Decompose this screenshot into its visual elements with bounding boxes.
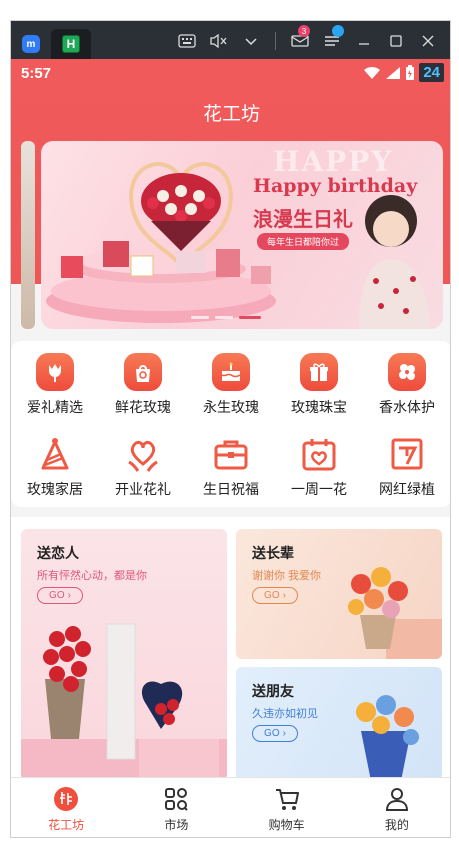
toolbar-divider xyxy=(275,32,276,50)
category-label: 香水体护 xyxy=(379,399,435,415)
promo-title: 送恋人 xyxy=(37,545,79,561)
cart-icon xyxy=(275,789,299,810)
banner-prev-peek[interactable] xyxy=(21,141,35,329)
heart-hands-icon xyxy=(124,435,162,473)
tulip-icon xyxy=(36,353,74,391)
menu-icon[interactable] xyxy=(316,25,348,53)
category-item[interactable]: 鲜花玫瑰 xyxy=(99,353,187,417)
user-icon xyxy=(385,788,408,811)
carousel-dot-active[interactable] xyxy=(239,316,261,319)
category-label: 永生玫瑰 xyxy=(203,399,259,415)
nav-item-me[interactable]: 我的 xyxy=(342,778,450,837)
promo-card-elder[interactable]: 送长辈 谢谢你 我爱你 GO › xyxy=(236,529,442,659)
market-grid-icon xyxy=(165,788,189,811)
carousel-dot[interactable] xyxy=(215,316,233,319)
promo-card-lover[interactable]: 送恋人 所有怦然心动，都是你 GO › xyxy=(21,529,227,781)
chevron-right-icon: › xyxy=(67,590,71,601)
bottom-nav: 花工坊 市场 购物车 我的 xyxy=(11,777,450,837)
nav-item-market[interactable]: 市场 xyxy=(121,778,231,837)
banner-title-cn: 浪漫生日礼 xyxy=(253,209,353,231)
banner-title-en: Happy birthday xyxy=(253,175,418,197)
banner-illustration xyxy=(46,162,431,329)
chevron-down-icon[interactable] xyxy=(235,29,267,53)
go-button[interactable]: GO › xyxy=(252,725,298,742)
category-item[interactable]: 玫瑰珠宝 xyxy=(275,353,363,417)
promo-subtitle: 所有怦然心动，都是你 xyxy=(37,570,147,582)
note-icon xyxy=(388,435,426,473)
banner-tagline: 每年生日都陪你过 xyxy=(257,233,350,250)
category-item[interactable]: 开业花礼 xyxy=(99,435,187,499)
go-label: GO xyxy=(49,590,65,601)
nav-item-cart[interactable]: 购物车 xyxy=(232,778,342,837)
promo-section: 送恋人 所有怦然心动，都是你 GO › 送长辈 谢谢你 我爱你 GO › 送朋友… xyxy=(11,517,450,781)
maximize-icon[interactable] xyxy=(380,29,412,53)
status-time: 5:57 xyxy=(21,65,52,82)
app-logo-icon: m xyxy=(22,35,40,53)
category-label: 玫瑰珠宝 xyxy=(291,399,347,415)
gift-bag-icon xyxy=(124,353,162,391)
category-label: 生日祝福 xyxy=(203,481,259,497)
category-item[interactable]: 一周一花 xyxy=(275,435,363,499)
update-dot xyxy=(332,25,344,37)
category-item[interactable]: 生日祝福 xyxy=(187,435,275,499)
emulator-toolbar: m H 3 xyxy=(11,21,450,59)
go-label: GO xyxy=(264,728,280,739)
promo-title: 送朋友 xyxy=(252,683,294,699)
nav-label: 市场 xyxy=(164,818,189,832)
category-item[interactable]: 网红绿植 xyxy=(363,435,450,499)
phone-frame: m H 3 5:57 24 花工坊 HAPPY Happy birthday 浪… xyxy=(10,20,451,838)
chevron-right-icon: › xyxy=(282,728,286,739)
category-label: 鲜花玫瑰 xyxy=(115,399,171,415)
minimize-icon[interactable] xyxy=(348,29,380,53)
go-button[interactable]: GO › xyxy=(37,587,83,604)
category-label: 网红绿植 xyxy=(379,481,435,497)
close-icon[interactable] xyxy=(412,29,444,53)
go-label: GO xyxy=(264,590,280,601)
nav-label: 我的 xyxy=(384,818,409,832)
category-item[interactable]: 爱礼精选 xyxy=(11,353,99,417)
carousel-indicator xyxy=(191,316,261,319)
wifi-icon xyxy=(364,66,381,79)
mail-count-badge: 3 xyxy=(298,25,310,37)
flower-home-icon xyxy=(54,787,79,811)
party-hat-icon xyxy=(36,435,74,473)
category-label: 玫瑰家居 xyxy=(27,481,83,497)
nav-item-home[interactable]: 花工坊 xyxy=(11,778,121,837)
category-item[interactable]: 永生玫瑰 xyxy=(187,353,275,417)
page-title: 花工坊 xyxy=(202,104,260,125)
nav-label: 花工坊 xyxy=(48,818,85,832)
calendar-heart-icon xyxy=(300,435,338,473)
nav-label: 购物车 xyxy=(268,818,305,832)
go-button[interactable]: GO › xyxy=(252,587,298,604)
app-h-icon: H xyxy=(62,35,80,53)
signal-icon xyxy=(386,66,401,79)
tab-app-2[interactable]: H xyxy=(51,29,91,59)
mute-icon[interactable] xyxy=(203,29,235,53)
status-icons: 24 xyxy=(363,63,444,82)
keyboard-icon[interactable] xyxy=(171,29,203,53)
category-item[interactable]: 玫瑰家居 xyxy=(11,435,99,499)
notification-count[interactable]: 24 xyxy=(419,63,444,82)
category-label: 开业花礼 xyxy=(115,481,171,497)
category-label: 一周一花 xyxy=(291,481,347,497)
promo-card-friend[interactable]: 送朋友 久违亦如初见 GO › xyxy=(236,667,442,781)
promo-subtitle: 谢谢你 我爱你 xyxy=(252,570,322,582)
banner-carousel[interactable]: HAPPY Happy birthday 浪漫生日礼 每年生日都陪你过 xyxy=(41,141,443,329)
flower-icon xyxy=(388,353,426,391)
category-grid: 爱礼精选 鲜花玫瑰 永生玫瑰 玫瑰珠宝 香水体护 玫瑰家居 开业花礼 生日祝福 … xyxy=(11,341,450,507)
briefcase-icon xyxy=(212,435,250,473)
category-item[interactable]: 香水体护 xyxy=(363,353,450,417)
tab-app-1[interactable]: m xyxy=(11,29,51,59)
chevron-right-icon: › xyxy=(282,590,286,601)
mail-icon[interactable]: 3 xyxy=(284,25,316,53)
promo-subtitle: 久违亦如初见 xyxy=(252,708,318,720)
gift-box-icon xyxy=(300,353,338,391)
category-label: 爱礼精选 xyxy=(27,399,83,415)
battery-icon xyxy=(406,64,415,80)
cake-icon xyxy=(212,353,250,391)
carousel-dot[interactable] xyxy=(191,316,209,319)
promo-title: 送长辈 xyxy=(252,545,294,561)
